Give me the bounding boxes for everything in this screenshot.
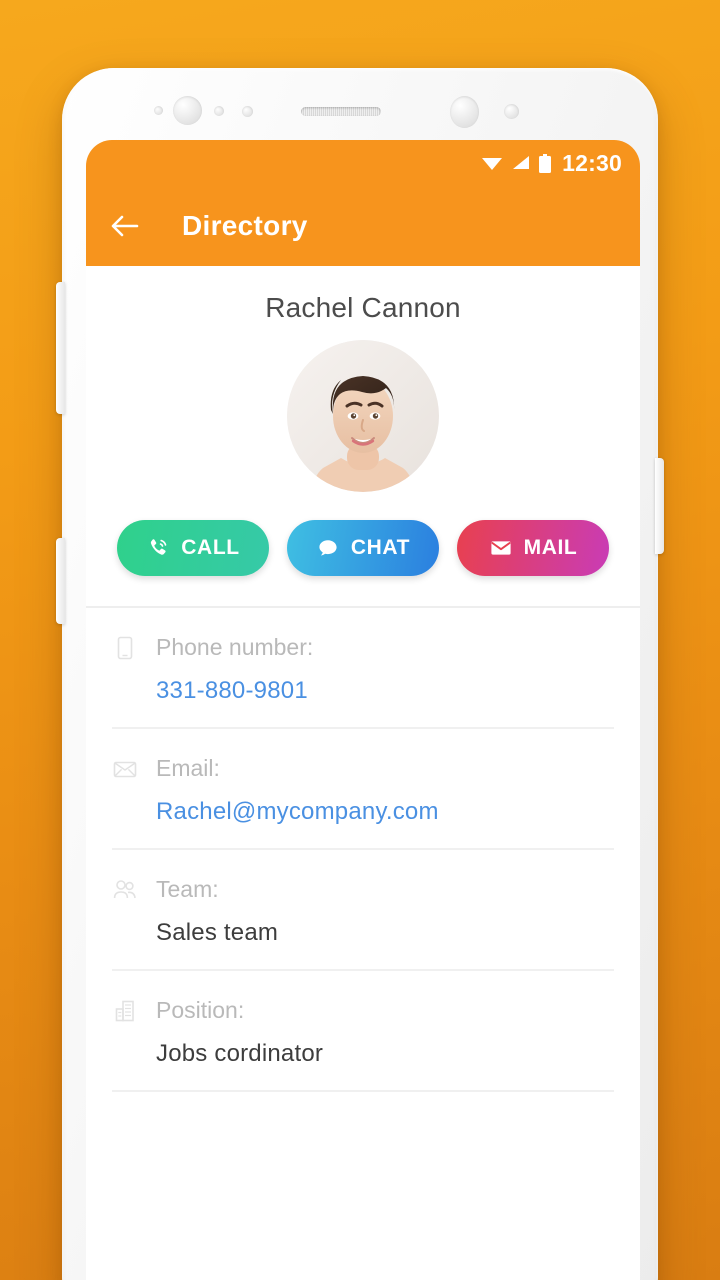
detail-row-phone[interactable]: Phone number: 331-880-9801 xyxy=(112,608,614,729)
light-sensor-icon xyxy=(242,106,253,117)
status-time: 12:30 xyxy=(562,149,622,176)
signal-icon xyxy=(513,156,530,169)
power-button[interactable] xyxy=(655,458,664,554)
detail-head: Position: xyxy=(112,997,614,1024)
detail-label: Phone number: xyxy=(156,634,314,660)
mail-button-label: MAIL xyxy=(523,536,578,559)
led-indicator-icon xyxy=(504,104,519,119)
detail-row-position[interactable]: Position: Jobs cordinator xyxy=(112,971,614,1092)
phone-screen: 12:30 Directory Rachel Cannon CALL CHAT … xyxy=(86,140,640,1280)
page-title: Directory xyxy=(182,210,308,241)
detail-head: Phone number: xyxy=(112,634,614,661)
chat-button[interactable]: CHAT xyxy=(287,520,439,576)
status-icon-group xyxy=(481,153,552,173)
earpiece-speaker-icon xyxy=(301,107,381,116)
envelope-icon xyxy=(491,541,511,555)
wifi-icon xyxy=(482,158,503,170)
iris-scanner-icon xyxy=(450,96,479,128)
wallpaper-background: 12:30 Directory Rachel Cannon CALL CHAT … xyxy=(0,0,720,1280)
detail-head: Team: xyxy=(112,876,614,903)
phone-device-frame: 12:30 Directory Rachel Cannon CALL CHAT … xyxy=(56,68,664,1280)
action-button-group: CALL CHAT MAIL xyxy=(86,520,640,606)
detail-row-team[interactable]: Team: Sales team xyxy=(112,850,614,971)
detail-value-position: Jobs cordinator xyxy=(156,1040,324,1067)
back-arrow-icon[interactable] xyxy=(108,209,142,243)
assistant-button[interactable] xyxy=(56,538,65,624)
battery-icon xyxy=(539,153,552,173)
call-button-label: CALL xyxy=(181,536,240,559)
profile-header: Rachel Cannon CALL CHAT MAIL xyxy=(86,266,640,606)
proximity-sensor-icon xyxy=(214,106,224,116)
avatar[interactable] xyxy=(287,340,439,492)
speech-bubble-icon xyxy=(319,540,337,556)
front-camera-icon xyxy=(173,96,202,125)
status-bar: 12:30 xyxy=(86,140,640,186)
mail-button[interactable]: MAIL xyxy=(457,520,609,576)
office-building-icon xyxy=(115,1000,134,1021)
contact-details-list: Phone number: 331-880-9801 Email: Rachel… xyxy=(86,608,640,1092)
detail-value-email[interactable]: Rachel@mycompany.com xyxy=(156,798,614,826)
detail-value-phone[interactable]: 331-880-9801 xyxy=(156,677,614,705)
detail-value-team: Sales team xyxy=(156,919,279,946)
detail-row-email[interactable]: Email: Rachel@mycompany.com xyxy=(112,729,614,850)
phone-call-icon xyxy=(151,539,167,555)
volume-button[interactable] xyxy=(56,282,65,414)
call-button[interactable]: CALL xyxy=(117,520,269,576)
sensor-icon xyxy=(154,106,163,115)
contact-name: Rachel Cannon xyxy=(265,292,461,323)
detail-label: Email: xyxy=(156,755,220,781)
chat-button-label: CHAT xyxy=(350,536,411,559)
mobile-phone-icon xyxy=(117,636,133,659)
envelope-outline-icon xyxy=(113,761,137,777)
group-people-icon xyxy=(113,879,136,898)
detail-label: Position: xyxy=(156,997,245,1023)
detail-head: Email: xyxy=(112,755,614,782)
contact-avatar-photo xyxy=(287,340,439,492)
app-bar: Directory xyxy=(86,186,640,266)
detail-label: Team: xyxy=(156,876,219,902)
